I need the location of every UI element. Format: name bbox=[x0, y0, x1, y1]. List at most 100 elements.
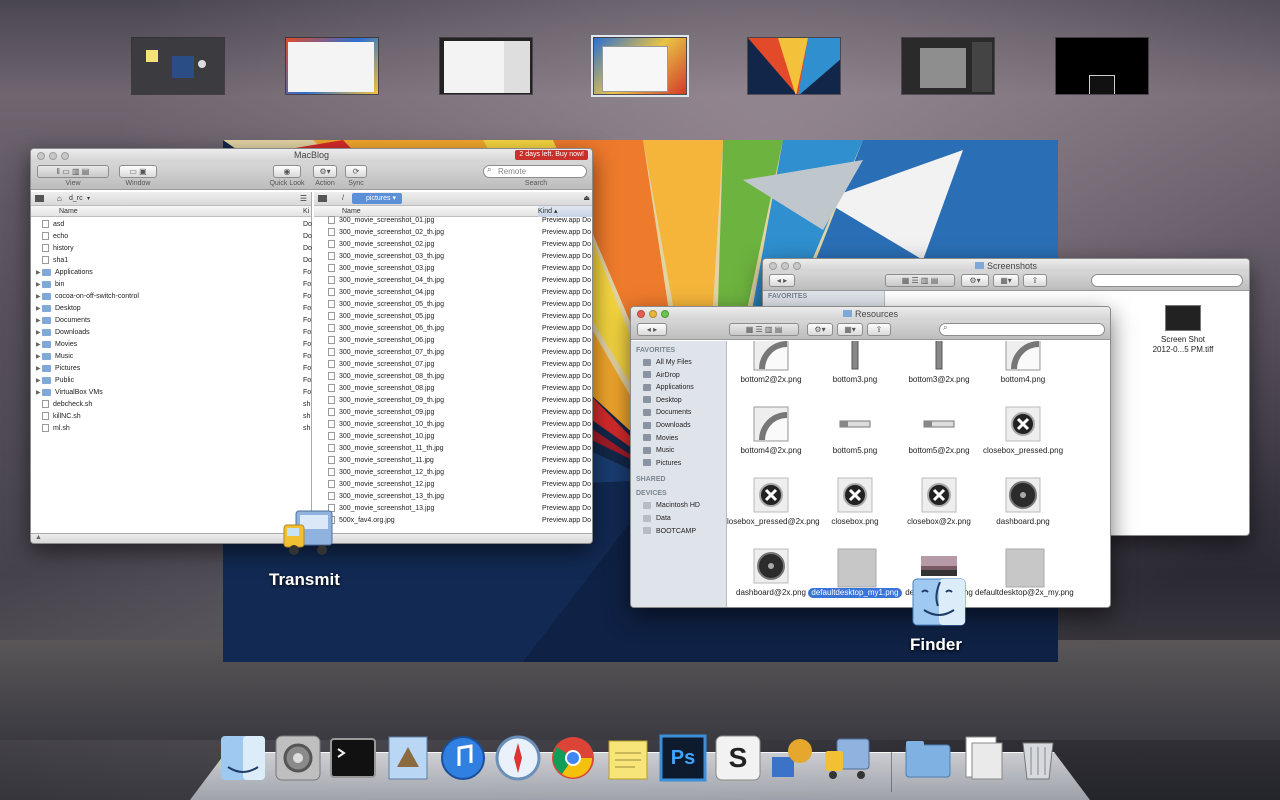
sync-button[interactable]: ⟳ bbox=[345, 165, 367, 178]
list-item[interactable]: 300_movie_screenshot_13_th.jpg Preview.ap… bbox=[314, 491, 592, 503]
local-pane[interactable]: ⌂ d_rc ▾ ☰ Name Ki asd Do echo Do history Do s… bbox=[31, 192, 312, 533]
documents-folder-dock-icon[interactable] bbox=[903, 733, 953, 783]
file-item[interactable]: bottom4.png bbox=[975, 341, 1071, 385]
sidebar-item[interactable]: Downloads bbox=[631, 420, 726, 433]
sidebar-item[interactable]: Desktop bbox=[631, 395, 726, 408]
sidebar-item[interactable]: Music bbox=[631, 445, 726, 458]
sidebar-item[interactable]: Movies bbox=[631, 433, 726, 446]
close-button[interactable] bbox=[769, 262, 777, 270]
minimize-button[interactable] bbox=[649, 310, 657, 318]
file-item[interactable]: bottom2@2x.png bbox=[727, 341, 819, 385]
finder-icon-grid[interactable]: bottom2@2x.png bottom3.png bottom3@2x.png b… bbox=[727, 341, 1110, 607]
list-item[interactable]: 500x_fav4.org.jpg Preview.app Do bbox=[314, 515, 592, 527]
share-button[interactable]: ⇪ bbox=[1023, 274, 1047, 287]
file-item[interactable]: dashboard.png bbox=[975, 477, 1071, 527]
terminal-dock-icon[interactable] bbox=[328, 733, 378, 783]
sidebar-item[interactable]: Applications bbox=[631, 382, 726, 395]
search-field[interactable] bbox=[939, 323, 1105, 336]
share-button[interactable]: ⇪ bbox=[867, 323, 891, 336]
transmit-window[interactable]: MacBlog 2 days left. Buy now! ‖ ▭ ▥ ▤ Vi… bbox=[30, 148, 593, 544]
file-item[interactable]: bottom3@2x.png bbox=[891, 341, 987, 385]
list-item[interactable]: ▶ Downloads Fo bbox=[31, 327, 311, 339]
column-header-kind[interactable]: Ki bbox=[303, 206, 309, 217]
column-header-name[interactable]: Name bbox=[59, 206, 78, 217]
preview-docs-dock-icon[interactable] bbox=[958, 733, 1008, 783]
space-thumbnail[interactable] bbox=[747, 37, 841, 95]
zoom-button[interactable] bbox=[661, 310, 669, 318]
sidebar-item[interactable]: Pictures bbox=[631, 458, 726, 471]
sidebar-device[interactable]: Data bbox=[631, 513, 726, 526]
list-item[interactable]: ▶ Public Fo bbox=[31, 375, 311, 387]
list-item[interactable]: ▶ Applications Fo bbox=[31, 267, 311, 279]
sidebar-item[interactable]: AirDrop bbox=[631, 370, 726, 383]
file-item[interactable]: closebox_pressed.png bbox=[975, 406, 1071, 456]
itunes-dock-icon[interactable] bbox=[438, 733, 488, 783]
close-button[interactable] bbox=[637, 310, 645, 318]
network-utility-dock-icon[interactable] bbox=[768, 733, 818, 783]
list-item[interactable]: 300_movie_screenshot_03.jpg Preview.app D… bbox=[314, 263, 592, 275]
space-thumbnail[interactable] bbox=[131, 37, 225, 95]
list-item[interactable]: history Do bbox=[31, 243, 312, 255]
mail-dock-icon[interactable] bbox=[383, 733, 433, 783]
list-item[interactable]: 300_movie_screenshot_02.jpg Preview.app D… bbox=[314, 239, 592, 251]
sidebar-device[interactable]: Macintosh HD bbox=[631, 500, 726, 513]
action-button[interactable]: ⚙▾ bbox=[961, 274, 989, 287]
list-item[interactable]: 300_movie_screenshot_06_th.jpg Preview.ap… bbox=[314, 323, 592, 335]
list-item[interactable]: killNC.sh sh bbox=[31, 411, 311, 423]
list-item[interactable]: 300_movie_screenshot_06.jpg Preview.app D… bbox=[314, 335, 592, 347]
path-popup[interactable]: pictures ▾ bbox=[352, 193, 402, 204]
photoshop-dock-icon[interactable]: Ps bbox=[658, 733, 708, 783]
list-item[interactable]: 300_movie_screenshot_04_th.jpg Preview.ap… bbox=[314, 275, 592, 287]
view-mode-buttons[interactable]: ▦ ☰ ▥ ▤ bbox=[885, 274, 955, 287]
list-item[interactable]: 300_movie_screenshot_11_th.jpg Preview.ap… bbox=[314, 443, 592, 455]
finder-window[interactable]: Resources ◂ ▸ ▦ ☰ ▥ ▤ ⚙▾ ▦▾ ⇪ ⌕ FAVORITE… bbox=[630, 306, 1111, 608]
list-item[interactable]: 300_movie_screenshot_09.jpg Preview.app D… bbox=[314, 407, 592, 419]
list-item[interactable]: 300_movie_screenshot_13.jpg Preview.app D… bbox=[314, 503, 592, 515]
list-item[interactable]: 300_movie_screenshot_10.jpg Preview.app D… bbox=[314, 431, 592, 443]
list-item[interactable]: echo Do bbox=[31, 231, 312, 243]
list-item[interactable]: 300_movie_screenshot_04.jpg Preview.app D… bbox=[314, 287, 592, 299]
list-item[interactable]: 300_movie_screenshot_12.jpg Preview.app D… bbox=[314, 479, 592, 491]
stickies-dock-icon[interactable] bbox=[603, 733, 653, 783]
list-item[interactable]: 300_movie_screenshot_10_th.jpg Preview.ap… bbox=[314, 419, 592, 431]
zoom-button[interactable] bbox=[793, 262, 801, 270]
search-field[interactable] bbox=[1091, 274, 1243, 287]
quick-look-button[interactable]: ◉ bbox=[273, 165, 301, 178]
list-item[interactable]: 300_movie_screenshot_09_th.jpg Preview.ap… bbox=[314, 395, 592, 407]
list-item[interactable]: 300_movie_screenshot_11.jpg Preview.app D… bbox=[314, 455, 592, 467]
list-item[interactable]: 300_movie_screenshot_07.jpg Preview.app D… bbox=[314, 359, 592, 371]
eject-icon[interactable]: ⏏ bbox=[583, 192, 590, 206]
minimize-button[interactable] bbox=[49, 152, 57, 160]
finder-app-icon[interactable] bbox=[912, 578, 966, 626]
transmit-dock-icon[interactable] bbox=[823, 733, 873, 783]
file-item[interactable]: bottom3.png bbox=[807, 341, 903, 385]
file-item[interactable]: defaultdesktop@2x_my.png bbox=[975, 548, 1074, 598]
arrange-button[interactable]: ▦▾ bbox=[837, 323, 863, 336]
list-item[interactable]: 300_movie_screenshot_05_th.jpg Preview.ap… bbox=[314, 299, 592, 311]
list-item[interactable]: 300_movie_screenshot_08.jpg Preview.app D… bbox=[314, 383, 592, 395]
file-item[interactable]: closebox_pressed@2x.png bbox=[727, 477, 820, 527]
sidebar-item[interactable]: All My Files bbox=[631, 357, 726, 370]
list-item[interactable]: sha1 Do bbox=[31, 255, 312, 267]
view-mode-buttons[interactable]: ‖ ▭ ▥ ▤ bbox=[37, 165, 109, 178]
sidebar-device[interactable]: BOOTCAMP bbox=[631, 526, 726, 539]
list-item[interactable]: ▶ Desktop Fo bbox=[31, 303, 311, 315]
file-item[interactable]: closebox.png bbox=[807, 477, 903, 527]
list-item[interactable]: 300_movie_screenshot_02_th.jpg Preview.ap… bbox=[314, 227, 592, 239]
system-preferences-dock-icon[interactable] bbox=[273, 733, 323, 783]
trash-dock-icon[interactable] bbox=[1013, 733, 1063, 783]
path-root[interactable]: / bbox=[342, 192, 344, 206]
list-item[interactable]: 300_movie_screenshot_07_th.jpg Preview.ap… bbox=[314, 347, 592, 359]
list-item[interactable]: 300_movie_screenshot_12_th.jpg Preview.ap… bbox=[314, 467, 592, 479]
list-item[interactable]: debcheck.sh sh bbox=[31, 399, 311, 411]
space-thumbnail[interactable] bbox=[439, 37, 533, 95]
buy-now-badge[interactable]: 2 days left. Buy now! bbox=[515, 150, 588, 160]
search-field[interactable]: Remote bbox=[483, 165, 587, 178]
safari-dock-icon[interactable] bbox=[493, 733, 543, 783]
action-button[interactable]: ⚙▾ bbox=[807, 323, 833, 336]
scroll-up-icon[interactable]: ▲ bbox=[35, 534, 42, 541]
list-item[interactable]: ▶ Documents Fo bbox=[31, 315, 311, 327]
file-item[interactable]: bottom4@2x.png bbox=[727, 406, 819, 456]
file-item[interactable]: bottom5@2x.png bbox=[891, 406, 987, 456]
space-thumbnail[interactable] bbox=[1055, 37, 1149, 95]
